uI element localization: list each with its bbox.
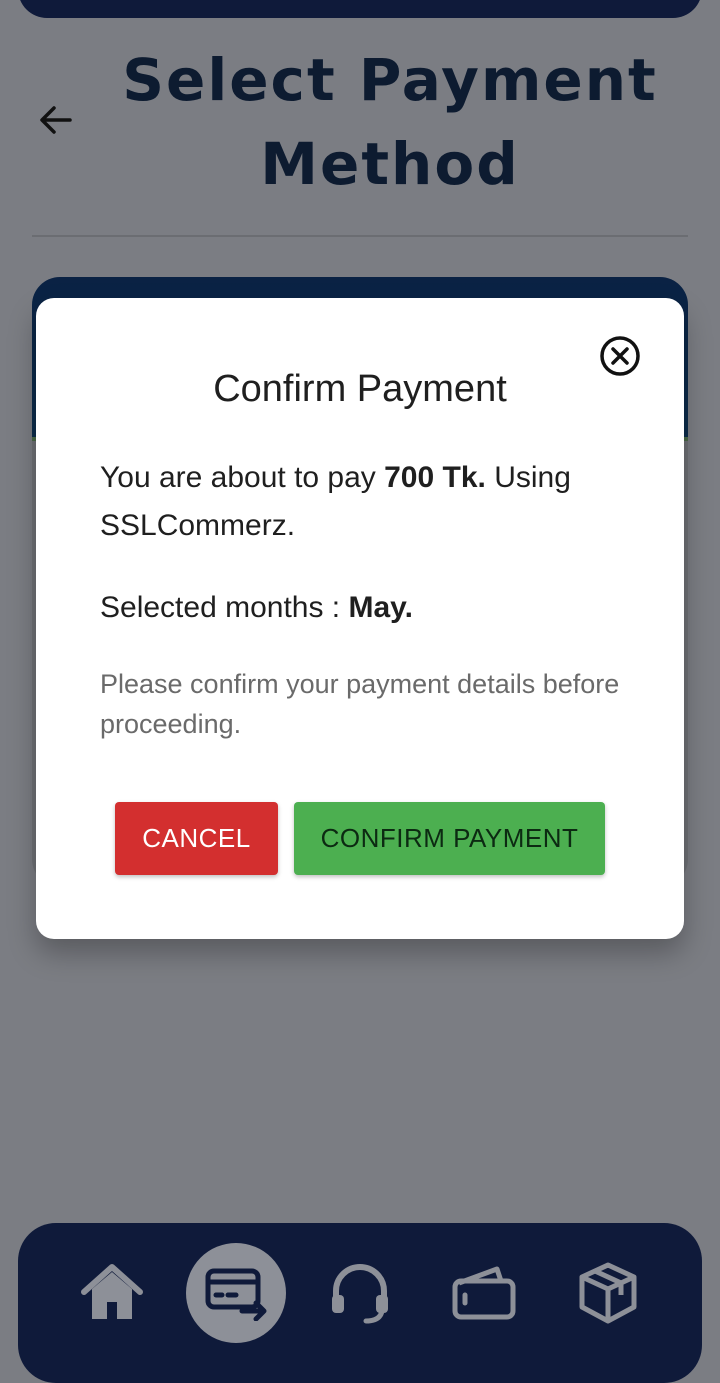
confirmation-note: Please confirm your payment details befo… [100, 669, 620, 739]
nav-support[interactable] [310, 1243, 410, 1343]
arrow-left-icon [40, 106, 72, 134]
nav-packages[interactable] [558, 1243, 658, 1343]
top-app-bar [18, 0, 702, 18]
dialog-title: Confirm Payment [213, 368, 507, 410]
page-title: Select Payment Method [122, 46, 658, 198]
months-label: Selected months : [100, 591, 349, 624]
cancel-button[interactable]: CANCEL [115, 802, 278, 875]
confirm-payment-button[interactable]: CONFIRM PAYMENT [294, 802, 605, 875]
payment-amount: 700 Tk. [384, 461, 486, 494]
selected-months: Selected months : May. [100, 584, 640, 632]
headset-icon [332, 1264, 388, 1324]
header-divider [32, 235, 688, 237]
confirm-payment-dialog: Confirm Payment You are about to pay 700… [36, 298, 684, 939]
home-icon [81, 1264, 143, 1319]
nav-home[interactable] [62, 1243, 162, 1343]
back-button[interactable] [34, 98, 78, 142]
months-value: May. [348, 591, 413, 624]
payment-message: You are about to pay 700 Tk. Using SSLCo… [100, 454, 640, 550]
card-transfer-icon [205, 1268, 267, 1321]
nav-payments[interactable] [186, 1243, 286, 1343]
nav-wallet[interactable] [434, 1243, 534, 1343]
message-prefix: You are about to pay [100, 461, 385, 494]
wallet-icon [452, 1266, 516, 1320]
package-icon [579, 1262, 637, 1324]
